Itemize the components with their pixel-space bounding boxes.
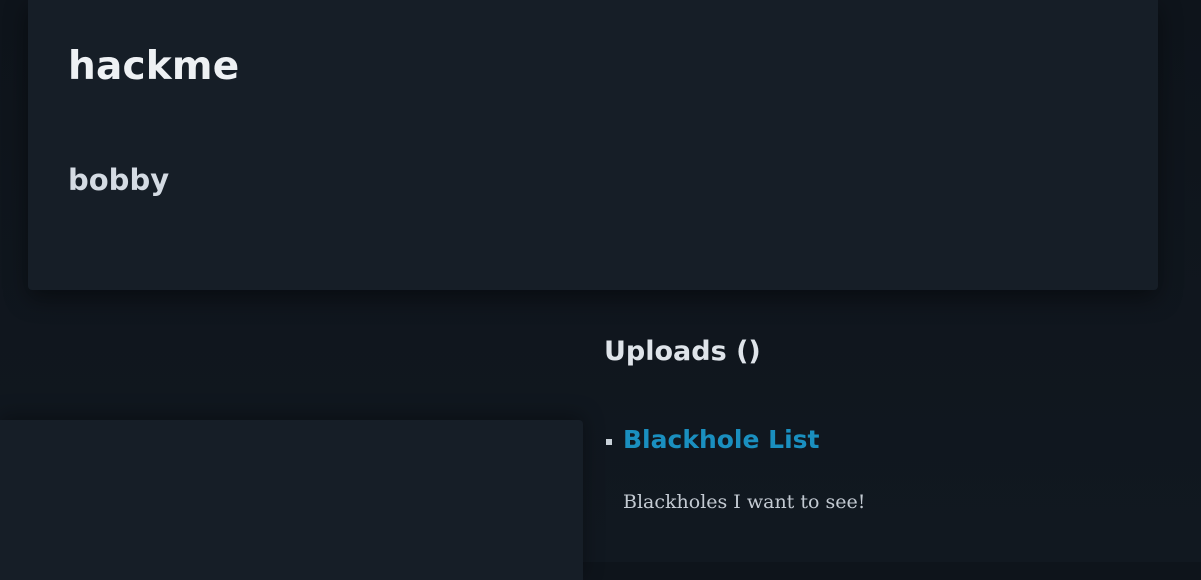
upload-link-blackhole-list[interactable]: Blackhole List [623,420,1184,460]
profile-header-card: hackme bobby [28,0,1158,290]
list-item: Blackhole List Blackholes I want to see! [604,420,1184,515]
site-title: hackme [68,44,240,89]
sidebar-card [0,420,583,580]
upload-description: Blackholes I want to see! [623,491,866,513]
username: bobby [68,163,170,197]
uploads-list: Blackhole List Blackholes I want to see! [604,420,1184,515]
uploads-heading: Uploads () [604,336,761,367]
bullet-icon [606,439,612,445]
